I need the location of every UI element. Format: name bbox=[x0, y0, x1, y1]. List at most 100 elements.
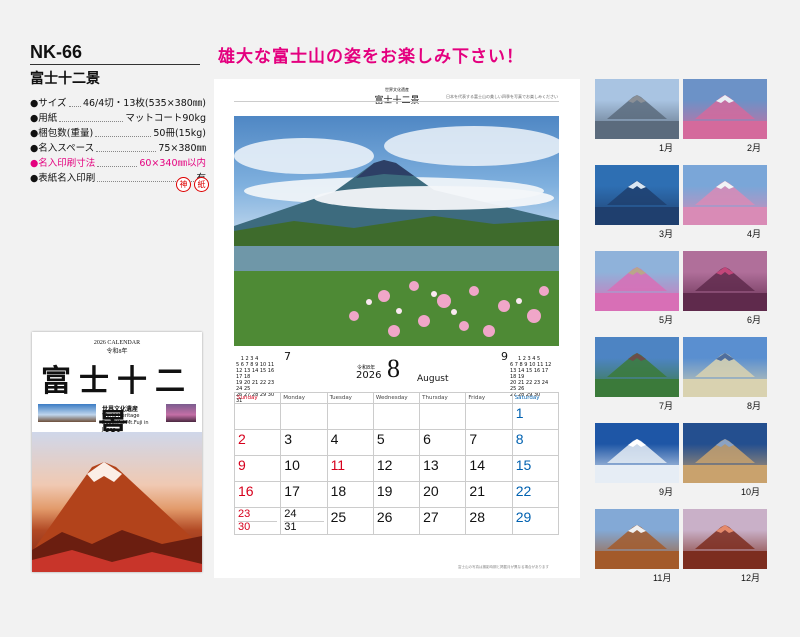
thumbnail-month-label: 6月 bbox=[747, 315, 762, 325]
calendar-day-cell: 16 bbox=[233, 481, 282, 508]
month-photo bbox=[234, 116, 559, 346]
badge-group: 神 紙 bbox=[176, 177, 209, 192]
spec-label: ●サイズ bbox=[30, 98, 67, 109]
weekday-header: Sunday bbox=[233, 392, 282, 404]
calendar-day-cell: 9 bbox=[233, 455, 282, 482]
calendar-day-cell bbox=[372, 403, 421, 430]
cover-photo bbox=[32, 432, 202, 572]
product-code: NK-66 bbox=[30, 42, 83, 62]
calendar-day-cell bbox=[465, 403, 513, 430]
thumbnail-month-label: 9月 bbox=[659, 487, 674, 497]
calendar-week-row: 9 10 11 12 13 14 15 bbox=[233, 455, 560, 482]
calendar-week-row: 1 bbox=[233, 403, 560, 430]
calendar-day-cell bbox=[233, 403, 282, 430]
weekday-header: Saturday bbox=[511, 392, 560, 404]
page-footer: 富士山の写真は撮影時期と掲載月が異なる場合があります bbox=[458, 565, 549, 569]
spec-value: 46/4切・13枚(535×380㎜) bbox=[82, 98, 206, 109]
calendar-day-cell: 1 bbox=[511, 403, 560, 430]
spec-value: 50冊(15kg) bbox=[153, 128, 206, 139]
calendar-day-cell: 19 bbox=[372, 481, 421, 508]
thumbnail-month-label: 2月 bbox=[747, 143, 762, 153]
calendar-cover: 2026 CALENDAR 令和8年 富士十二景 世界文化遺産 World He… bbox=[32, 332, 202, 572]
cover-era-label: 令和8年 bbox=[106, 349, 128, 355]
divider bbox=[30, 64, 200, 65]
thumbnail-month-label: 8月 bbox=[747, 401, 762, 411]
calendar-day-cell bbox=[326, 403, 374, 430]
month-thumbnail bbox=[595, 337, 679, 397]
calendar-day-cell: 10 bbox=[280, 455, 328, 482]
month-number: 8 bbox=[387, 354, 400, 383]
thumbnail-month-label: 11月 bbox=[653, 573, 672, 583]
cover-thumb-right bbox=[166, 404, 196, 422]
calendar-day-cell: 7 bbox=[465, 429, 513, 456]
calendar-week-row: 2345678 bbox=[233, 429, 560, 456]
spec-label: ●表紙名入印刷 bbox=[30, 173, 96, 184]
calendar-day-cell: 6 bbox=[419, 429, 467, 456]
spec-label: ●用紙 bbox=[30, 113, 58, 124]
spec-value: 60×340㎜以内 bbox=[139, 158, 206, 169]
spec-label: ●名入印刷寸法 bbox=[30, 158, 96, 169]
spec-list: ●サイズ 46/4切・13枚(535×380㎜) ●用紙 マットコート90kg ●梱包数… bbox=[30, 96, 206, 186]
thumbnail-month-label: 5月 bbox=[659, 315, 674, 325]
thumbnail-month-label: 4月 bbox=[747, 229, 762, 239]
headline: 雄大な富士山の姿をお楽しみ下さい！ bbox=[218, 47, 524, 67]
month-thumbnail bbox=[683, 251, 767, 311]
month-thumbnail bbox=[683, 423, 767, 483]
month-thumbnail bbox=[683, 165, 767, 225]
calendar-day-cell: 3 bbox=[280, 429, 328, 456]
spec-row: ●梱包数(重量) 50冊(15kg) bbox=[30, 126, 206, 141]
calendar-day-cell: 28 bbox=[465, 507, 513, 535]
calendar-day-cell bbox=[419, 403, 467, 430]
month-name: August bbox=[417, 374, 449, 384]
calendar-day-cell: 26 bbox=[372, 507, 421, 535]
weekday-header: Friday bbox=[465, 392, 513, 404]
month-thumbnail bbox=[595, 165, 679, 225]
calendar-day-cell: 8 bbox=[511, 429, 560, 456]
calendar-day-cell: 15 bbox=[511, 455, 560, 482]
cover-calendar-label: 2026 CALENDAR 令和8年 bbox=[32, 340, 202, 355]
spec-leader bbox=[97, 156, 138, 167]
calendar-day-cell: 12 bbox=[372, 455, 421, 482]
thumbnail-month-label: 7月 bbox=[659, 401, 674, 411]
product-title: 富士十二景 bbox=[30, 71, 100, 87]
calendar-day-cell: 18 bbox=[326, 481, 374, 508]
month-header: 7 1 2 3 45 6 7 8 9 10 11 12 13 14 15 16 1… bbox=[234, 351, 559, 404]
month-thumbnail bbox=[595, 423, 679, 483]
calendar-day-cell: 2 bbox=[233, 429, 282, 456]
month-thumbnail bbox=[595, 79, 679, 139]
spec-label: ●名入スペース bbox=[30, 143, 95, 154]
cover-thumb-left bbox=[38, 404, 96, 422]
year-label: 2026 bbox=[356, 370, 382, 381]
calendar-day-cell: 23 30 bbox=[233, 507, 282, 535]
calendar-day-cell: 29 bbox=[511, 507, 560, 535]
month-thumbnail bbox=[683, 337, 767, 397]
calendar-week-row: 23 30 24 31 25 26 27 28 29 bbox=[233, 507, 560, 535]
calendar-day-cell: 4 bbox=[326, 429, 374, 456]
weekday-header: Thursday bbox=[419, 392, 467, 404]
calendar-day-cell: 13 bbox=[419, 455, 467, 482]
calendar-day-cell: 20 bbox=[419, 481, 467, 508]
calendar-day-cell: 21 bbox=[465, 481, 513, 508]
kami-badge-icon: 神 bbox=[176, 177, 191, 192]
thumbnail-month-label: 1月 bbox=[659, 143, 674, 153]
month-thumbnail bbox=[595, 509, 679, 569]
spec-leader bbox=[68, 96, 81, 107]
spec-leader bbox=[59, 111, 124, 122]
weekday-header: Tuesday bbox=[326, 392, 374, 404]
page-divider bbox=[234, 101, 559, 102]
calendar-day-cell: 17 bbox=[280, 481, 328, 508]
calendar-day-cell: 25 bbox=[326, 507, 374, 535]
calendar-grid: Sunday Monday Tuesday Wednesday Thursday Frid… bbox=[233, 392, 560, 535]
thumbnail-month-label: 3月 bbox=[659, 229, 674, 239]
month-thumbnail bbox=[683, 79, 767, 139]
calendar-page: 世界文化遺産 富士十二景 日本を代表する富士山の美しい四季を写真でお楽しみくださ… bbox=[214, 79, 580, 578]
paper-badge-icon: 紙 bbox=[194, 177, 209, 192]
spec-row: ●名入印刷寸法 60×340㎜以内 bbox=[30, 156, 206, 171]
spec-row: ●サイズ 46/4切・13枚(535×380㎜) bbox=[30, 96, 206, 111]
thumbnail-month-label: 10月 bbox=[741, 487, 761, 497]
month-thumbnail bbox=[595, 251, 679, 311]
calendar-day-cell bbox=[280, 403, 328, 430]
calendar-day-cell: 5 bbox=[372, 429, 421, 456]
calendar-day-cell: 27 bbox=[419, 507, 467, 535]
thumbnail-month-label: 12月 bbox=[741, 573, 761, 583]
